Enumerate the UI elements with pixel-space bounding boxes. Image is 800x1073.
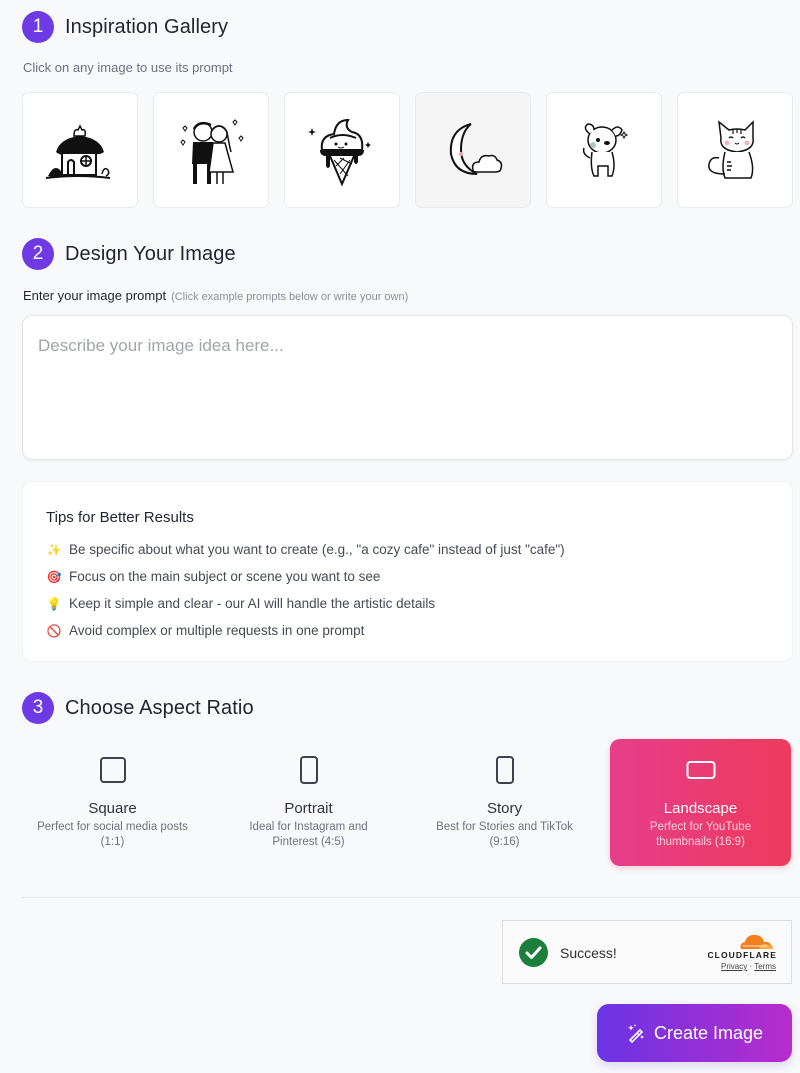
create-image-label: Create Image	[653, 1022, 764, 1043]
gallery-item-house[interactable]	[22, 92, 138, 208]
gallery-item-ice-cream[interactable]	[284, 92, 400, 208]
aspect-option-desc: Perfect for YouTube thumbnails (16:9)	[649, 821, 752, 848]
tips-panel: Tips for Better Results ✨ Be specific ab…	[22, 481, 793, 662]
step-3-header: 3 Choose Aspect Ratio	[22, 692, 254, 724]
section-divider	[22, 897, 800, 898]
gallery-item-puppy[interactable]	[546, 92, 662, 208]
aspect-option-name: Story	[486, 800, 522, 817]
gallery-subtitle: Click on any image to use its prompt	[23, 60, 233, 75]
tip-item: ✨ Be specific about what you want to cre…	[46, 542, 565, 557]
moon-and-cloud-drawing-icon	[449, 123, 503, 175]
gallery-item-moon[interactable]	[415, 92, 531, 208]
house-with-cat-drawing-icon	[45, 124, 111, 179]
magic-wand-icon	[628, 1024, 644, 1043]
sparkles-icon: ✨	[46, 542, 62, 557]
captcha-links: Privacy · Terms	[721, 962, 776, 971]
prompt-label: Enter your image prompt (Click example pr…	[23, 288, 408, 303]
prompt-hint: (Click example prompts below or write yo…	[171, 291, 409, 303]
privacy-link[interactable]: Privacy	[721, 962, 747, 971]
step-number-badge: 3	[22, 692, 54, 724]
tip-item: 🚫 Avoid complex or multiple requests in …	[46, 623, 365, 638]
lightbulb-icon: 💡	[46, 596, 62, 611]
aspect-option-desc: Perfect for social media posts (1:1)	[37, 821, 188, 848]
ice-cream-cone-drawing-icon	[308, 118, 371, 187]
kitten-drawing-icon	[708, 120, 754, 179]
cloudflare-brand: CLOUDFLARE	[707, 950, 777, 960]
prompt-input[interactable]	[22, 315, 793, 460]
step-number-badge: 1	[22, 11, 54, 43]
step-number-badge: 2	[22, 238, 54, 270]
cloudflare-turnstile-widget[interactable]: Success! CLOUDFLARE Privacy · Terms	[502, 920, 792, 984]
section-title: Design Your Image	[65, 242, 236, 265]
portrait-icon	[299, 756, 318, 784]
create-image-button[interactable]: Create Image	[597, 1004, 792, 1062]
aspect-option-desc: Best for Stories and TikTok (9:16)	[436, 821, 573, 848]
section-title: Choose Aspect Ratio	[65, 696, 254, 719]
captcha-status: Success!	[560, 945, 617, 961]
aspect-option-landscape[interactable]: Landscape Perfect for YouTube thumbnails…	[610, 739, 791, 866]
terms-link[interactable]: Terms	[754, 962, 776, 971]
puppy-drawing-icon	[582, 123, 629, 177]
tip-text: Focus on the main subject or scene you w…	[69, 569, 381, 584]
story-icon	[495, 756, 514, 784]
link-separator: ·	[749, 962, 753, 971]
prompt-label-text: Enter your image prompt	[23, 288, 167, 303]
aspect-option-name: Portrait	[284, 800, 333, 817]
aspect-option-story[interactable]: Story Best for Stories and TikTok (9:16)	[414, 739, 595, 866]
success-check-icon	[519, 938, 548, 967]
landscape-icon	[686, 761, 715, 779]
aspect-option-square[interactable]: Square Perfect for social media posts (1…	[22, 739, 203, 866]
prohibited-icon: 🚫	[46, 623, 62, 638]
aspect-option-name: Landscape	[663, 800, 738, 817]
tip-text: Keep it simple and clear - our AI will h…	[69, 596, 436, 611]
couple-with-hearts-drawing-icon	[180, 119, 244, 184]
step-2-header: 2 Design Your Image	[22, 238, 236, 270]
aspect-option-portrait[interactable]: Portrait Ideal for Instagram and Pintere…	[218, 739, 399, 866]
tips-title: Tips for Better Results	[46, 509, 194, 526]
gallery-item-couple[interactable]	[153, 92, 269, 208]
square-icon	[99, 757, 126, 783]
aspect-option-desc: Ideal for Instagram and Pinterest (4:5)	[249, 821, 368, 848]
tip-item: 🎯 Focus on the main subject or scene you…	[46, 569, 381, 584]
gallery-item-kitten[interactable]	[677, 92, 793, 208]
aspect-option-name: Square	[88, 800, 137, 817]
target-icon: 🎯	[46, 569, 62, 584]
tip-text: Avoid complex or multiple requests in on…	[69, 623, 365, 638]
tip-item: 💡 Keep it simple and clear - our AI will…	[46, 596, 436, 611]
section-title: Inspiration Gallery	[65, 15, 229, 38]
aspect-ratio-options: Square Perfect for social media posts (1…	[22, 739, 793, 866]
tip-text: Be specific about what you want to creat…	[69, 542, 565, 557]
inspiration-gallery	[22, 92, 793, 208]
step-1-header: 1 Inspiration Gallery	[22, 11, 228, 43]
